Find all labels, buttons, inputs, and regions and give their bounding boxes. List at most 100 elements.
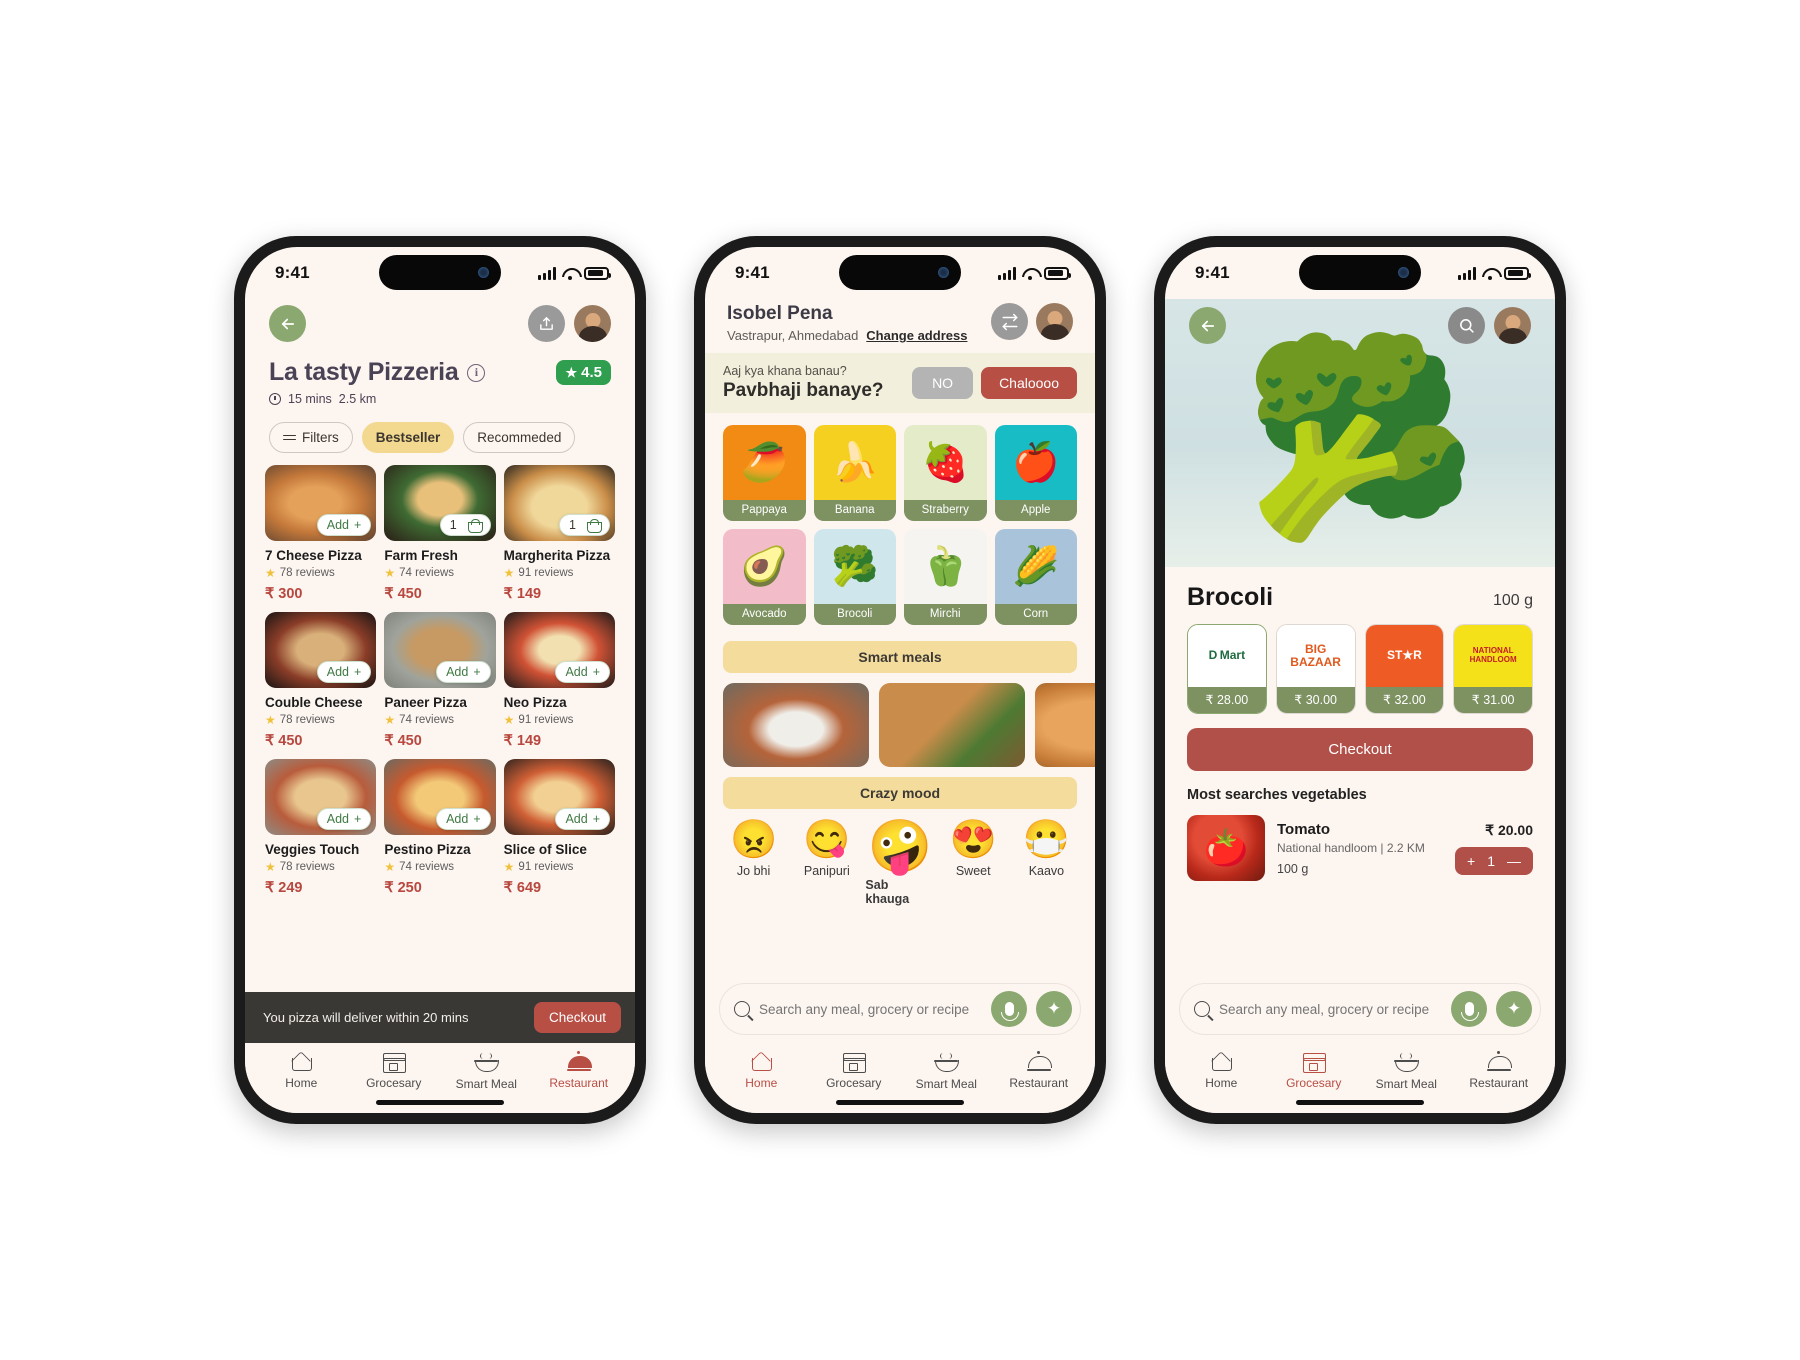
swap-refresh-icon[interactable] [991,303,1028,340]
category-card[interactable]: 🥦 Brocoli [813,529,896,625]
search-input[interactable] [759,1001,982,1017]
mood-emoji: 😷 [1022,819,1071,861]
mood-option[interactable]: 😋 Panipuri [792,821,861,878]
back-arrow-icon[interactable] [1189,307,1226,344]
mood-option[interactable]: 😠 Jo bhi [719,821,788,878]
decrement-button[interactable]: — [1507,853,1521,869]
recommended-chip[interactable]: Recommeded [463,422,576,453]
plus-icon: + [473,665,481,679]
category-card[interactable]: 🌽 Corn [994,529,1077,625]
user-header: Isobel Pena Vastrapur, Ahmedabad Change … [705,299,1095,353]
avatar[interactable] [574,305,611,342]
menu-item-card[interactable]: Add +7 Cheese Pizza ★ 78 reviews ₹ 300 [265,465,377,602]
menu-item-card[interactable]: Add + Slice of Slice ★ 91 reviews ₹ 649 [503,759,615,896]
brand-price-card[interactable]: ST★R ₹ 32.00 [1364,624,1445,714]
sparkle-ai-icon[interactable]: ✦ [1496,991,1532,1027]
avatar[interactable] [1036,303,1073,340]
change-address-link[interactable]: Change address [866,328,967,343]
crazy-mood-header[interactable]: Crazy mood [723,777,1077,809]
banner-yes-button[interactable]: Chaloooo [981,367,1077,399]
mood-emoji: 😠 [729,819,778,861]
quantity-value: 1 [1487,852,1495,869]
category-card[interactable]: 🍎 Apple [994,425,1077,521]
share-icon[interactable] [528,305,565,342]
category-card[interactable]: 🫑 Mirchi [904,529,987,625]
menu-item-image: 1 [384,465,496,541]
avatar[interactable] [1494,307,1531,344]
star-icon: ★ [503,566,515,580]
brand-price-card[interactable]: BIG BAZAAR ₹ 30.00 [1275,624,1356,714]
menu-item-name: Veggies Touch [265,842,360,857]
menu-item-card[interactable]: 1 Farm Fresh ★ 74 reviews ₹ 450 [384,465,496,602]
back-arrow-icon[interactable] [269,305,306,342]
mood-option[interactable]: 😍 Sweet [939,821,1008,878]
wifi-icon [562,267,578,280]
brand-price-card[interactable]: NATIONAL HANDLOOM ₹ 31.00 [1453,624,1533,714]
tab-home[interactable]: Home [255,1053,348,1091]
microphone-icon[interactable] [1451,991,1487,1027]
category-card[interactable]: 🥑 Avocado [723,529,806,625]
smart-meal-image[interactable] [723,683,869,767]
add-button[interactable]: Add + [555,808,610,830]
tab-home[interactable]: Home [715,1053,808,1091]
mood-option[interactable]: 🤪 Sab khauga [865,821,934,906]
microphone-icon[interactable] [991,991,1027,1027]
banner-no-button[interactable]: NO [912,367,974,399]
add-button[interactable]: Add + [316,808,372,830]
menu-item-name: Paneer Pizza [384,695,467,710]
search-icon[interactable] [1448,307,1485,344]
tab-grocesary[interactable]: Grocesary [808,1053,901,1091]
menu-item-card[interactable]: Add + Couble Cheese ★ 78 reviews ₹ 450 [265,612,377,749]
tab-restaurant[interactable]: Restaurant [533,1051,626,1091]
increment-button[interactable]: + [1467,853,1475,869]
smart-meals-header[interactable]: Smart meals [723,641,1077,673]
info-icon[interactable]: i [467,363,486,382]
add-button[interactable]: Add + [436,808,491,830]
tab-grocesary[interactable]: Grocesary [348,1053,441,1091]
brand-price-card[interactable]: D Mart ₹ 28.00 [1187,624,1267,714]
quantity-stepper[interactable]: + 1 — [1455,846,1533,875]
smart-meal-image[interactable] [879,683,1025,767]
tab-label: Restaurant [1009,1076,1069,1090]
tab-home[interactable]: Home [1175,1053,1268,1091]
category-card[interactable]: 🍌 Banana [813,425,896,521]
bestseller-chip[interactable]: Bestseller [361,422,455,453]
tab-grocesary[interactable]: Grocesary [1268,1053,1361,1091]
quantity-badge[interactable]: 1 [559,514,610,536]
menu-item-name: Neo Pizza [503,695,567,710]
menu-item-card[interactable]: 1 Margherita Pizza ★ 91 reviews ₹ 149 [503,465,615,602]
menu-item-card[interactable]: Add + Pestino Pizza ★ 74 reviews ₹ 250 [384,759,496,896]
search-input[interactable] [1219,1001,1442,1017]
checkout-button[interactable]: Checkout [1187,728,1533,771]
search-bar[interactable]: ✦ [1179,983,1541,1035]
tab-restaurant[interactable]: Restaurant [1453,1051,1546,1091]
tab-restaurant[interactable]: Restaurant [993,1051,1086,1091]
brand-price: ₹ 31.00 [1454,687,1532,713]
tab-smart-meal[interactable]: Smart Meal [900,1053,993,1091]
menu-item-card[interactable]: Add + Neo Pizza ★ 91 reviews ₹ 149 [503,612,615,749]
star-icon: ★ [384,566,396,580]
search-bar[interactable]: ✦ [719,983,1081,1035]
category-card[interactable]: 🥭 Pappaya [723,425,806,521]
tab-smart-meal[interactable]: Smart Meal [1360,1053,1453,1091]
menu-item-image: Add + [503,759,615,835]
sparkle-ai-icon[interactable]: ✦ [1036,991,1072,1027]
add-button[interactable]: Add + [555,661,610,683]
add-label: Add [565,665,588,679]
filters-chip[interactable]: Filters [269,422,353,453]
category-card[interactable]: 🍓 Straberry [904,425,987,521]
checkout-button[interactable]: Checkout [533,1002,621,1033]
suggested-product-subtitle: National handloom | 2.2 KM [1277,840,1425,855]
quantity-badge[interactable]: 1 [439,514,491,536]
tab-smart-meal[interactable]: Smart Meal [440,1053,533,1091]
add-button[interactable]: Add + [316,661,372,683]
menu-item-card[interactable]: Add + Veggies Touch ★ 78 reviews ₹ 249 [265,759,377,896]
smart-meal-image[interactable] [1035,683,1095,767]
suggested-product-row[interactable]: 🍅 Tomato National handloom | 2.2 KM 100 … [1165,803,1555,881]
menu-item-card[interactable]: Add + Paneer Pizza ★ 74 reviews ₹ 450 [384,612,496,749]
home-indicator [1296,1100,1424,1105]
star-icon: ★ [265,566,276,580]
add-button[interactable]: Add + [316,514,372,536]
mood-option[interactable]: 😷 Kaavo [1012,821,1081,878]
add-button[interactable]: Add + [436,661,491,683]
